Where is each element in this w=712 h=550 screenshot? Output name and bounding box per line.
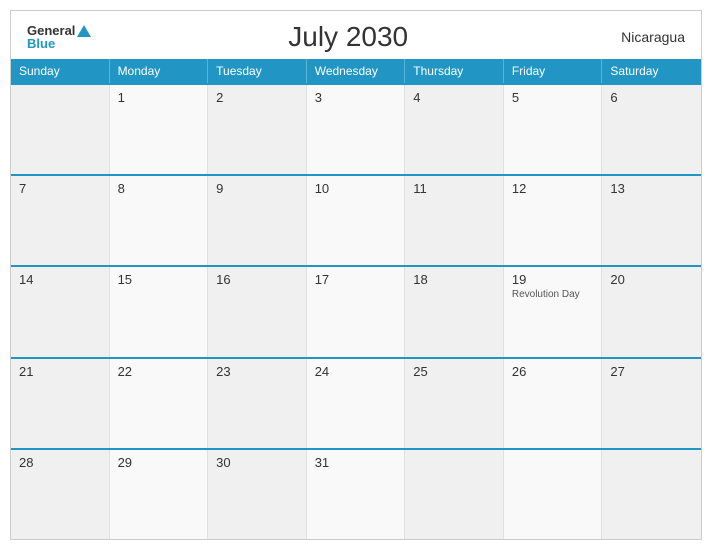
week-row-4: 21 22 23 24 25 26 27 [11,357,701,448]
day-cell: 16 [208,267,307,356]
day-cell: 1 [110,85,209,174]
day-number: 23 [216,364,298,379]
day-cell: 3 [307,85,406,174]
day-cell: 5 [504,85,603,174]
day-number: 11 [413,181,495,196]
day-number: 19 [512,272,594,287]
day-number: 13 [610,181,693,196]
calendar: General Blue July 2030 Nicaragua SundayM… [10,10,702,540]
day-number: 8 [118,181,200,196]
day-cell: 30 [208,450,307,539]
day-number: 6 [610,90,693,105]
day-header-saturday: Saturday [602,59,701,83]
day-number: 16 [216,272,298,287]
day-cell: 29 [110,450,209,539]
day-number: 31 [315,455,397,470]
day-cell: 19 Revolution Day [504,267,603,356]
day-number: 3 [315,90,397,105]
calendar-title: July 2030 [91,21,605,53]
day-number: 9 [216,181,298,196]
day-cell: 22 [110,359,209,448]
day-cell [11,85,110,174]
day-cell [405,450,504,539]
day-cell: 13 [602,176,701,265]
day-number: 14 [19,272,101,287]
day-cell: 24 [307,359,406,448]
day-cell: 8 [110,176,209,265]
day-number: 1 [118,90,200,105]
week-row-5: 28 29 30 31 [11,448,701,539]
day-number: 24 [315,364,397,379]
day-number: 25 [413,364,495,379]
day-cell: 4 [405,85,504,174]
day-number: 28 [19,455,101,470]
day-number: 17 [315,272,397,287]
day-number: 2 [216,90,298,105]
day-number: 30 [216,455,298,470]
day-header-monday: Monday [110,59,209,83]
holiday-label: Revolution Day [512,289,594,301]
day-header-tuesday: Tuesday [208,59,307,83]
calendar-country: Nicaragua [605,29,685,45]
day-cell: 25 [405,359,504,448]
day-cell: 7 [11,176,110,265]
day-cell [504,450,603,539]
day-number: 20 [610,272,693,287]
day-header-thursday: Thursday [405,59,504,83]
day-cell: 20 [602,267,701,356]
logo-triangle-icon [77,25,91,37]
day-header-friday: Friday [504,59,603,83]
day-cell: 14 [11,267,110,356]
day-cell: 21 [11,359,110,448]
day-cell [602,450,701,539]
day-cell: 26 [504,359,603,448]
day-number: 26 [512,364,594,379]
day-header-wednesday: Wednesday [307,59,406,83]
day-cell: 27 [602,359,701,448]
day-cell: 31 [307,450,406,539]
day-number: 7 [19,181,101,196]
day-cell: 10 [307,176,406,265]
day-number: 29 [118,455,200,470]
day-cell: 2 [208,85,307,174]
logo: General Blue [27,24,91,50]
day-number: 15 [118,272,200,287]
day-number: 4 [413,90,495,105]
day-number: 18 [413,272,495,287]
day-cell: 18 [405,267,504,356]
day-cell: 17 [307,267,406,356]
calendar-header: General Blue July 2030 Nicaragua [11,11,701,59]
day-number: 21 [19,364,101,379]
week-row-2: 7 8 9 10 11 12 13 [11,174,701,265]
day-number: 22 [118,364,200,379]
week-row-3: 14 15 16 17 18 19 Revolution Day 20 [11,265,701,356]
day-cell: 11 [405,176,504,265]
calendar-grid: 12345678910111213141516171819Revolution … [11,83,701,539]
week-row-1: 1 2 3 4 5 6 [11,83,701,174]
days-header: SundayMondayTuesdayWednesdayThursdayFrid… [11,59,701,83]
day-number: 12 [512,181,594,196]
day-number: 10 [315,181,397,196]
day-header-sunday: Sunday [11,59,110,83]
day-cell: 9 [208,176,307,265]
day-cell: 23 [208,359,307,448]
logo-blue-text: Blue [27,37,91,50]
day-number: 27 [610,364,693,379]
day-cell: 28 [11,450,110,539]
day-cell: 12 [504,176,603,265]
day-cell: 6 [602,85,701,174]
day-cell: 15 [110,267,209,356]
day-number: 5 [512,90,594,105]
